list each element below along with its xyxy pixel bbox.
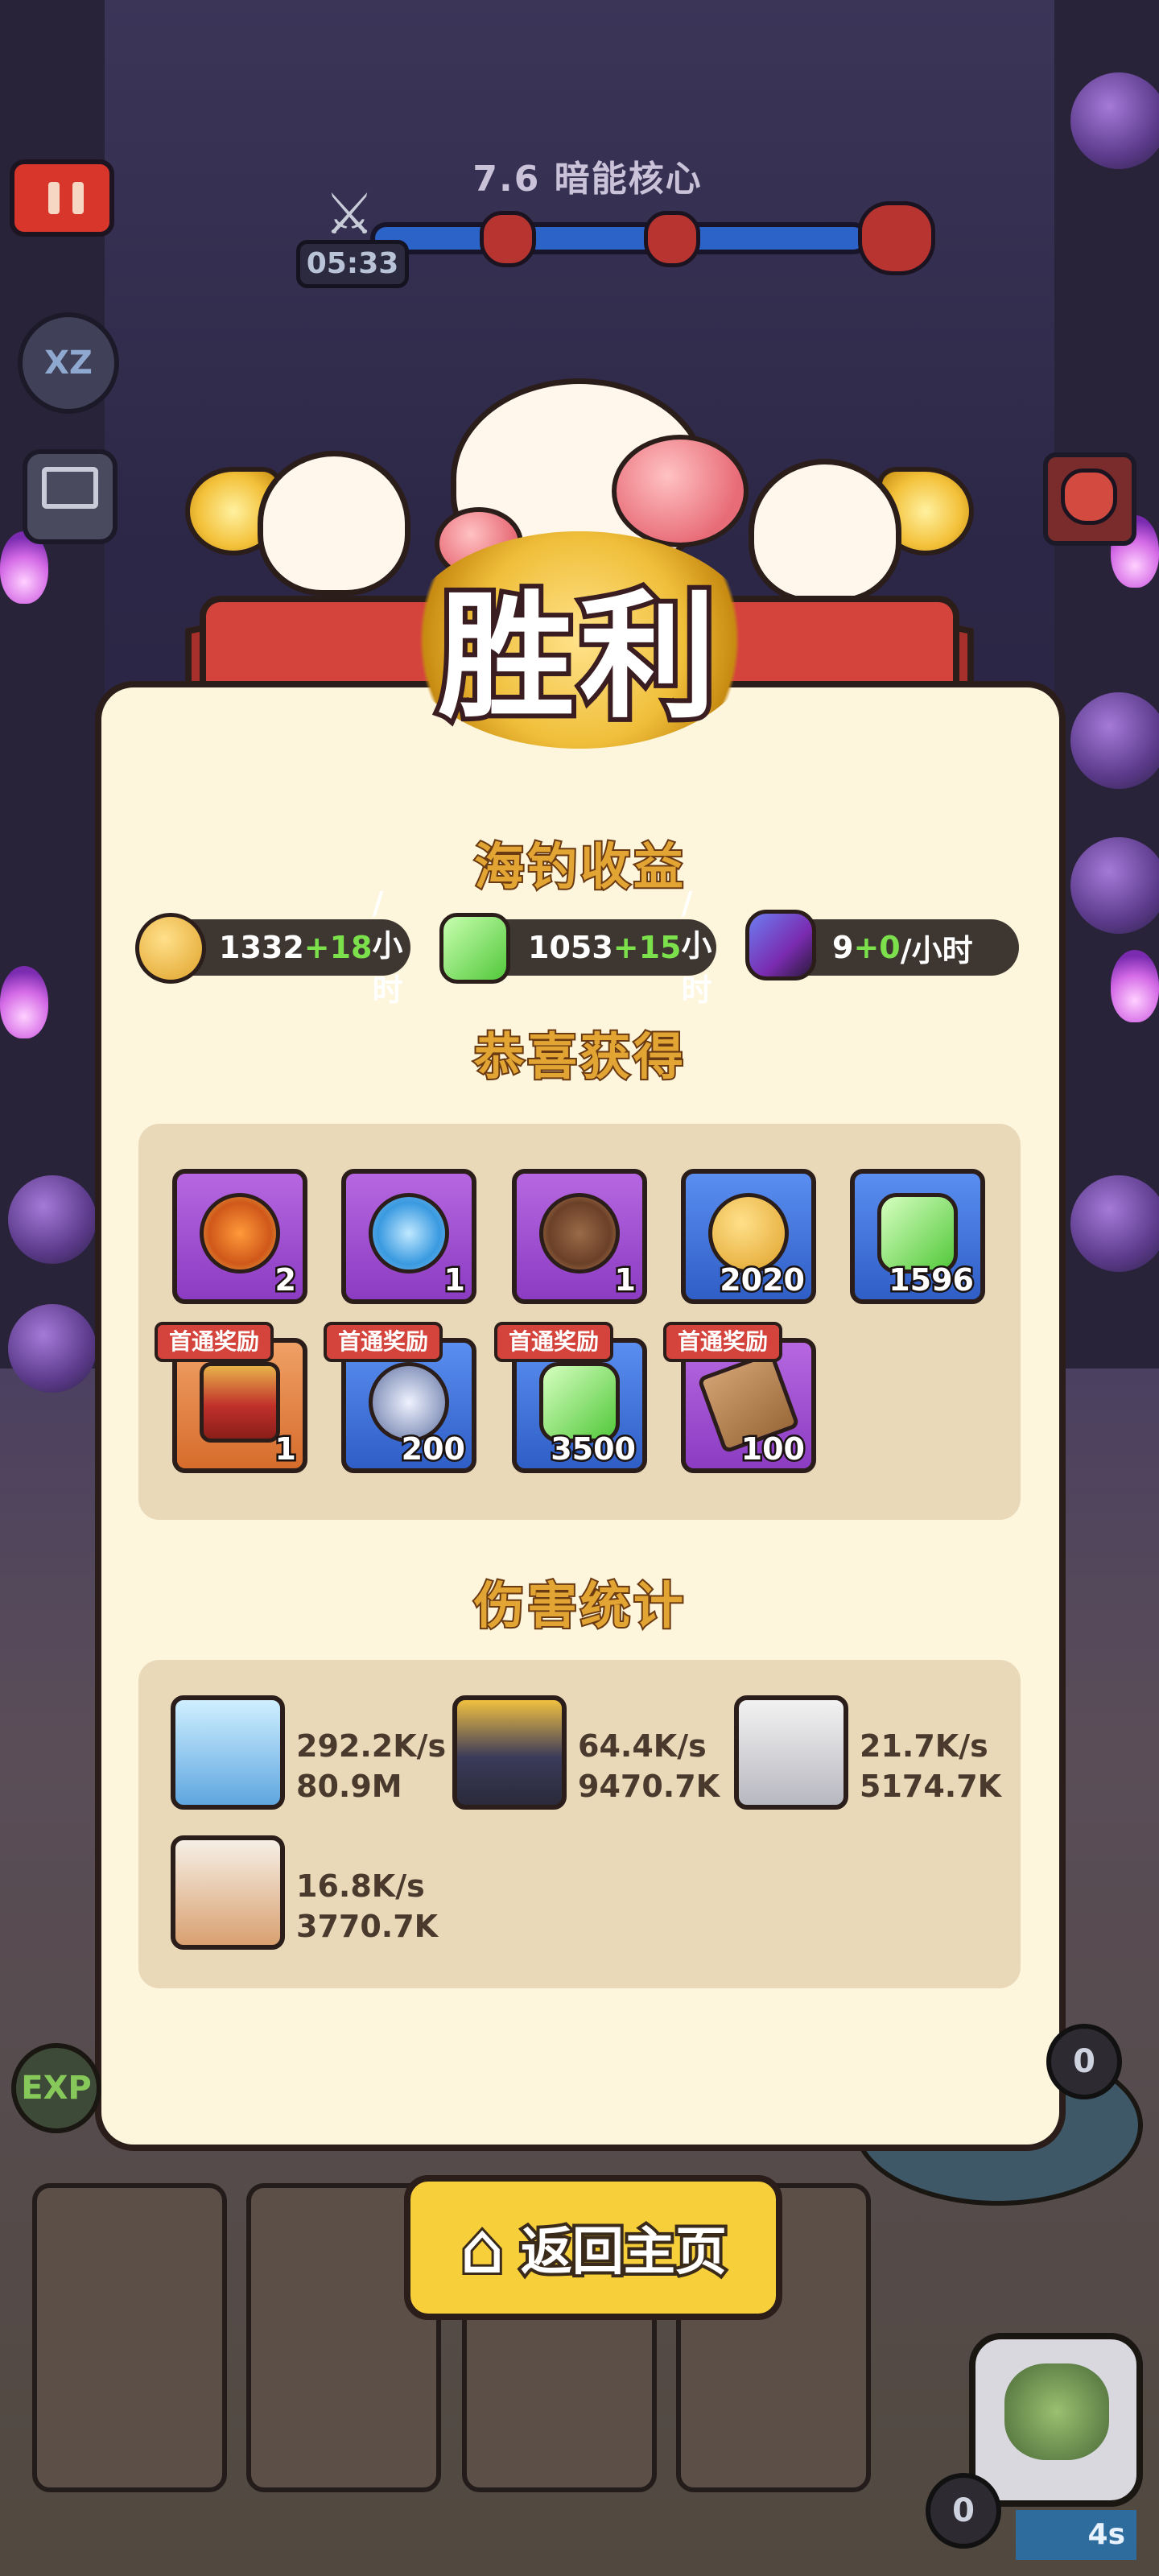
purple-tower [1070, 72, 1159, 169]
fishing-income-title: 海钓收益 [472, 836, 687, 898]
first-clear-badge: 首通奖励 [155, 1322, 274, 1362]
purple-flame [1111, 950, 1159, 1022]
speed-label: XZ [44, 345, 93, 382]
hero-total-damage: 80.9M [296, 1769, 402, 1804]
reward-item[interactable]: 200 首通奖励 [324, 1322, 476, 1473]
reward-count: 1596 [887, 1261, 976, 1300]
golden-warrior-cat-avatar[interactable] [452, 1695, 567, 1810]
speed-toggle-button[interactable]: XZ [18, 312, 119, 414]
coin-rate-unit: /小时 [372, 886, 403, 1008]
hero-dps: 292.2K/s [296, 1728, 447, 1764]
hero-dps: 16.8K/s [296, 1868, 425, 1904]
monitor-icon [42, 467, 98, 509]
coin-rate-base: 1332 [219, 930, 304, 965]
victory-title: 胜利 [433, 573, 721, 742]
auto-play-button[interactable] [23, 449, 118, 544]
reward-count: 3500 [549, 1430, 638, 1469]
first-clear-badge: 首通奖励 [494, 1322, 614, 1362]
side-counter: 0 [1046, 2024, 1122, 2099]
exp-rate-unit: /小时 [681, 886, 712, 1008]
dragon-dice-icon [1004, 2363, 1109, 2460]
reward-count: 1 [612, 1261, 638, 1300]
crystal-rate-base: 9 [832, 930, 854, 965]
right-wall [1054, 0, 1159, 1368]
summon-counter: 0 [926, 2473, 1001, 2549]
water-gem-icon [369, 1193, 449, 1274]
pompom-icon [612, 435, 749, 547]
first-clear-badge: 首通奖励 [324, 1322, 443, 1362]
reward-item[interactable]: 1 首通奖励 [155, 1322, 307, 1473]
pause-icon [72, 182, 84, 214]
exp-gem-icon [877, 1193, 958, 1274]
treasure-chest-icon [200, 1362, 280, 1443]
paw-token-icon [369, 1362, 449, 1443]
hero-damage-stats: 292.2K/s 80.9M [296, 1726, 446, 1806]
wave-marker-icon [480, 211, 536, 267]
crossed-swords-icon: ⚔ [324, 181, 375, 247]
reward-item[interactable]: 3500 首通奖励 [494, 1322, 647, 1473]
level-title: 7.6 暗能核心 [472, 159, 703, 200]
summon-cooldown: 4s [1016, 2510, 1136, 2560]
calico-cat-avatar[interactable] [171, 1835, 285, 1950]
cat-coin-icon [708, 1193, 789, 1274]
hero-dps: 64.4K/s [578, 1728, 707, 1764]
hero-slot[interactable] [32, 2183, 227, 2492]
reward-item[interactable]: 2020 [681, 1169, 816, 1304]
purple-tower [1070, 1175, 1159, 1272]
exp-rate-base: 1053 [528, 930, 613, 965]
purple-tower [1070, 692, 1159, 789]
home-icon: ⌂ [457, 2204, 507, 2292]
reward-item[interactable]: 100 首通奖励 [663, 1322, 816, 1473]
hero-damage-stats: 16.8K/s 3770.7K [296, 1866, 438, 1946]
exp-rate-increase: +15 [612, 930, 682, 965]
exp-button[interactable]: EXP [11, 2043, 101, 2133]
reward-item[interactable]: 2 [172, 1169, 307, 1304]
reward-item[interactable]: 1596 [850, 1169, 985, 1304]
crystal-rate-increase: +0 [853, 930, 901, 965]
purple-tower [1070, 837, 1159, 934]
knight-cat-avatar[interactable] [734, 1695, 848, 1810]
reward-count: 2 [273, 1261, 299, 1300]
cat-coin-icon [135, 913, 206, 984]
earth-gem-icon [539, 1193, 620, 1274]
purple-tower [8, 1304, 97, 1393]
damage-stats-title: 伤害统计 [472, 1575, 687, 1637]
fire-gem-icon [200, 1193, 280, 1274]
first-clear-badge: 首通奖励 [663, 1322, 783, 1362]
boss-info-button[interactable] [1043, 452, 1136, 546]
reward-count: 1 [442, 1261, 468, 1300]
wave-marker-icon [644, 211, 700, 267]
reward-count: 2020 [718, 1261, 807, 1300]
demon-mask-icon [1061, 469, 1117, 525]
return-home-button[interactable]: ⌂ 返回主页 [404, 2175, 782, 2320]
reward-item[interactable]: 1 [512, 1169, 647, 1304]
hero-dps: 21.7K/s [860, 1728, 988, 1764]
reward-item[interactable]: 1 [341, 1169, 476, 1304]
hero-total-damage: 9470.7K [578, 1769, 720, 1804]
dark-crystal-icon [745, 910, 816, 980]
reward-count: 1 [273, 1430, 299, 1469]
hero-damage-stats: 21.7K/s 5174.7K [860, 1726, 1001, 1806]
exp-gem-icon [439, 913, 510, 984]
purple-tower [8, 1175, 97, 1264]
wave-progress-bar [370, 222, 869, 254]
hero-damage-stats: 64.4K/s 9470.7K [578, 1726, 720, 1806]
reward-count: 200 [399, 1430, 467, 1469]
hero-total-damage: 5174.7K [860, 1769, 1002, 1804]
coin-rate-increase: +18 [303, 930, 373, 965]
pause-icon [48, 182, 60, 214]
battle-timer: 05:33 [296, 240, 409, 288]
summon-dice-button[interactable] [969, 2333, 1143, 2507]
boss-marker-icon [858, 201, 935, 275]
rewards-title: 恭喜获得 [472, 1026, 687, 1088]
pause-button[interactable] [10, 159, 114, 237]
exp-gem-icon [539, 1362, 620, 1443]
crystal-rate-unit: /小时 [900, 932, 973, 968]
ice-crystal-cat-avatar[interactable] [171, 1695, 285, 1810]
purple-flame [0, 966, 48, 1038]
reward-count: 100 [739, 1430, 806, 1469]
hero-total-damage: 3770.7K [296, 1909, 439, 1944]
return-home-label: 返回主页 [518, 2219, 730, 2285]
